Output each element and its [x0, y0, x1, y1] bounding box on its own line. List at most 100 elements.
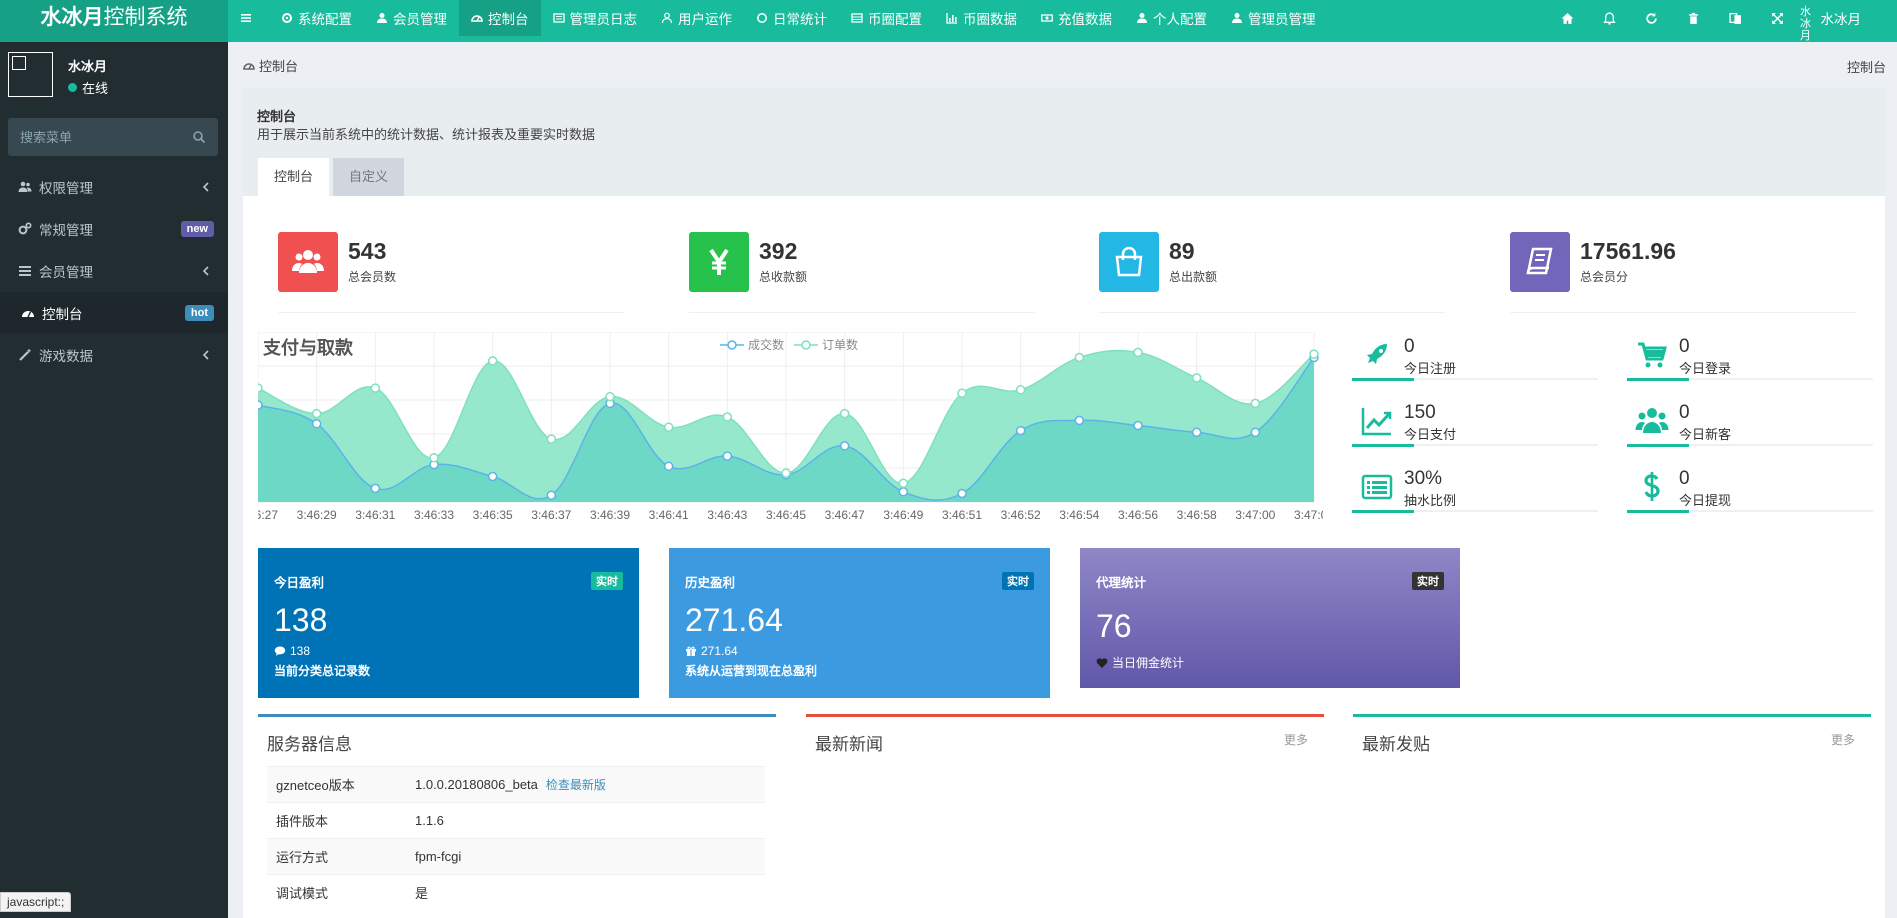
panel-title: 服务器信息 — [267, 735, 352, 754]
dashboard-icon — [471, 15, 483, 22]
data-point — [1074, 415, 1085, 426]
clear-cache-button[interactable] — [1673, 0, 1715, 36]
nav-member-manage[interactable]: 会员管理 — [364, 0, 459, 36]
users-icon — [292, 250, 324, 273]
divider — [689, 312, 1035, 313]
nav-system-config[interactable]: 系统配置 — [269, 0, 364, 36]
nav-coin-config[interactable]: 币圈配置 — [839, 0, 934, 36]
search-icon[interactable] — [192, 130, 206, 144]
mini-stat-today-pay: 150 今日支付 — [1352, 398, 1598, 464]
home-button[interactable] — [1547, 0, 1589, 36]
x-tick-label: 3:46:33 — [414, 508, 454, 522]
check-update-link[interactable]: 检查最新版 — [546, 778, 606, 792]
data-point — [1250, 398, 1261, 409]
nav-admin-manage[interactable]: 管理员管理 — [1219, 0, 1328, 36]
box-sub: 当日佣金统计 — [1096, 654, 1184, 671]
nav-recharge-data[interactable]: 充值数据 — [1029, 0, 1124, 36]
box-description: 系统从运营到现在总盈利 — [685, 664, 818, 678]
stat-total-payout: 89 总出款额 — [1079, 232, 1445, 313]
sidebar-item-members[interactable]: 会员管理 — [0, 250, 228, 292]
progress-fill — [1352, 378, 1414, 381]
avatar[interactable]: 水冰月 — [1799, 0, 1813, 42]
mini-stat-value: 150 — [1404, 402, 1436, 423]
language-button[interactable] — [1715, 0, 1757, 36]
x-tick-label: 3:46:29 — [297, 508, 337, 522]
mini-stat-label: 今日支付 — [1404, 427, 1457, 442]
data-point — [1250, 427, 1261, 438]
box-value: 76 — [1096, 608, 1132, 644]
logo-rest: 控制系统 — [103, 6, 188, 29]
sidebar-item-game-data[interactable]: 游戏数据 — [0, 334, 228, 376]
right-nav: 水冰月 水冰月 — [1547, 0, 1897, 42]
box-history-profit: 历史盈利 实时 271.64 271.64 系统从运营到现在总盈利 — [669, 548, 1050, 698]
sidebar-item-dashboard[interactable]: 控制台 hot — [0, 292, 228, 334]
data-point — [663, 461, 674, 472]
data-point — [546, 434, 557, 444]
sidebar-toggle-button[interactable] — [228, 0, 269, 36]
header-username[interactable]: 水冰月 — [1821, 8, 1862, 28]
nav-user-ops[interactable]: 用户运作 — [649, 0, 744, 36]
nav-label: 个人配置 — [1153, 12, 1207, 27]
tab-dashboard[interactable]: 控制台 — [258, 158, 330, 196]
stat-total-income: 392 总收款额 — [669, 232, 1035, 313]
mini-stat-label: 抽水比例 — [1404, 493, 1457, 508]
legend-item-deals[interactable]: 成交数 — [720, 336, 784, 353]
data-point — [1191, 373, 1202, 383]
news-more-link[interactable]: 更多 — [1284, 731, 1308, 748]
tab-custom[interactable]: 自定义 — [333, 158, 405, 196]
notification-button[interactable] — [1589, 0, 1631, 36]
mini-stat-label: 今日登录 — [1679, 361, 1732, 376]
sidebar-item-label: 控制台 — [42, 307, 83, 322]
nav-label: 用户运作 — [678, 12, 732, 27]
payment-withdraw-chart: 3:46:27 3:46:29 3:46:31 3:46:33 3:46:35 3:46:… — [258, 332, 1323, 532]
box-title: 今日盈利 — [274, 576, 325, 590]
nav-personal-config[interactable]: 个人配置 — [1124, 0, 1219, 36]
x-tick-label: 3:46:54 — [1059, 508, 1099, 522]
stat-label: 总出款额 — [1169, 270, 1218, 284]
nav-dashboard[interactable]: 控制台 — [459, 0, 541, 36]
nav-admin-log[interactable]: 管理员日志 — [541, 0, 650, 36]
refresh-button[interactable] — [1631, 0, 1673, 36]
legend-item-orders[interactable]: 订单数 — [794, 336, 858, 353]
cogs-icon — [18, 222, 32, 235]
sidebar-search — [8, 118, 218, 156]
page-description: 用于展示当前系统中的统计数据、统计报表及重要实时数据 — [257, 127, 596, 142]
stat-label: 总收款额 — [759, 270, 808, 284]
box-today-profit: 今日盈利 实时 138 138 当前分类总记录数 — [258, 548, 639, 698]
data-point — [1133, 420, 1143, 431]
table-row: gznetceo版本 1.0.0.20180806_beta 检查最新版 — [267, 766, 765, 803]
progress-fill — [1627, 444, 1689, 447]
comment-icon — [274, 646, 286, 656]
nav-label: 管理员日志 — [569, 12, 638, 27]
line-chart-icon — [1361, 408, 1392, 436]
top-nav: 系统配置 会员管理 控制台 管理员日志 用户运作 日常统计 币圈配置 币圈数据 … — [228, 0, 1328, 36]
sidebar-item-label: 常规管理 — [39, 223, 93, 238]
logo-bold: 水冰月 — [40, 6, 104, 29]
row-value: 1.1.6 — [406, 802, 765, 839]
mini-stat-label: 今日注册 — [1404, 361, 1457, 376]
sidebar-item-permissions[interactable]: 权限管理 — [0, 166, 228, 208]
box-title: 代理统计 — [1096, 576, 1147, 590]
x-tick-label: 3:46:52 — [1001, 508, 1041, 522]
realtime-badge: 实时 — [1002, 572, 1034, 590]
user-outline-icon — [661, 12, 673, 24]
nav-daily-stats[interactable]: 日常统计 — [744, 0, 839, 36]
x-tick-label: 3:47:02 — [1294, 508, 1323, 522]
fullscreen-button[interactable] — [1757, 0, 1799, 36]
posts-more-link[interactable]: 更多 — [1831, 731, 1855, 748]
nav-label: 币圈数据 — [963, 12, 1017, 27]
status-label: 在线 — [82, 81, 109, 96]
chevron-left-icon — [202, 266, 209, 276]
search-input[interactable] — [8, 118, 178, 156]
user-status[interactable]: 在线 — [68, 78, 108, 97]
sidebar-item-general[interactable]: 常规管理 new — [0, 208, 228, 250]
breadcrumb-item[interactable]: 控制台 — [259, 56, 298, 75]
data-point — [957, 388, 967, 398]
box-sub-value: 138 — [290, 644, 311, 658]
legend-label: 订单数 — [822, 338, 859, 352]
legend-marker-icon — [720, 339, 744, 350]
progress-bar — [1627, 378, 1873, 381]
nav-coin-data[interactable]: 币圈数据 — [934, 0, 1029, 36]
stat-icon-box — [278, 232, 338, 292]
logo[interactable]: 水冰月控制系统 — [0, 0, 228, 42]
